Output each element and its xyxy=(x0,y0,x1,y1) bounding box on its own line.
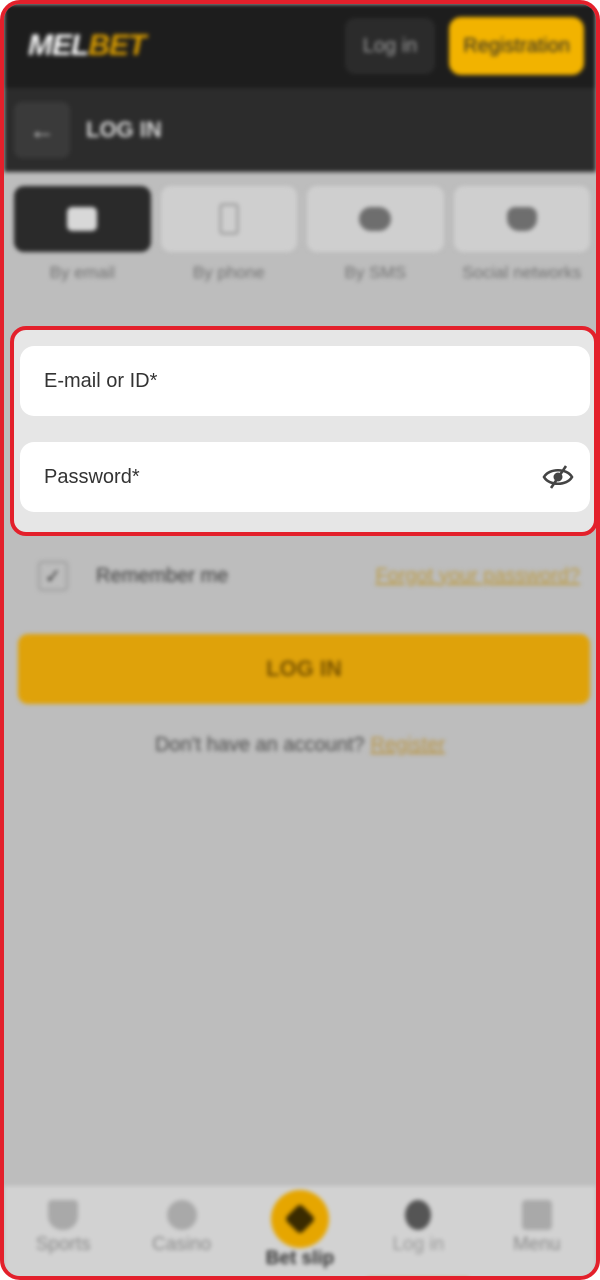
login-method-tabs: By email By phone By SMS Social networks xyxy=(14,186,590,284)
sms-icon xyxy=(359,207,392,231)
nav-item-menu[interactable]: Menu xyxy=(482,1186,592,1276)
tab-label: By email xyxy=(49,263,115,282)
logo-text-mel: MEL xyxy=(28,29,89,62)
nav-label: Log in xyxy=(392,1234,445,1255)
nav-label: Bet slip xyxy=(265,1248,335,1269)
phone-icon xyxy=(218,203,239,235)
social-icon xyxy=(506,207,537,231)
login-form-highlight xyxy=(10,326,596,536)
menu-icon xyxy=(521,1200,552,1230)
tab-tile xyxy=(14,186,151,252)
tab-tile xyxy=(160,186,297,252)
password-field[interactable] xyxy=(20,442,590,512)
tab-by-phone[interactable]: By phone xyxy=(160,186,297,284)
nav-item-log-in[interactable]: Log in xyxy=(363,1186,473,1276)
remember-row: ✓ Remember me Forgot your password? xyxy=(38,556,580,596)
back-arrow-icon: ← xyxy=(29,114,55,145)
header-registration-button[interactable]: Registration xyxy=(449,17,584,75)
checkmark-icon: ✓ xyxy=(44,565,62,588)
melbet-logo[interactable]: MELBET xyxy=(28,29,146,63)
nav-label: Menu xyxy=(512,1234,561,1255)
email-icon xyxy=(67,207,98,231)
register-link[interactable]: Register xyxy=(371,734,445,756)
nav-label: Casino xyxy=(152,1234,212,1255)
nav-item-sports[interactable]: Sports xyxy=(8,1186,118,1276)
bottom-nav: Sports Casino Bet slip Log in Menu xyxy=(4,1186,596,1276)
login-subheader: ← LOG IN xyxy=(4,88,596,172)
bet-slip-icon xyxy=(270,1190,329,1248)
phone-frame: MELBET Log in Registration ← LOG IN By e… xyxy=(0,0,600,1280)
remember-me-checkbox[interactable]: ✓ xyxy=(38,561,68,591)
register-prompt: Don't have an account? Register xyxy=(4,734,596,757)
page-title: LOG IN xyxy=(86,117,162,142)
tab-by-sms[interactable]: By SMS xyxy=(307,186,444,284)
tab-by-email[interactable]: By email xyxy=(14,186,151,284)
blurred-background: MELBET Log in Registration ← LOG IN By e… xyxy=(4,4,596,1276)
login-button[interactable]: LOG IN xyxy=(18,634,590,704)
remember-me-label: Remember me xyxy=(96,564,229,587)
tab-label: By SMS xyxy=(344,263,406,282)
register-question: Don't have an account? xyxy=(154,734,365,756)
email-input[interactable] xyxy=(44,369,504,393)
tab-label: By phone xyxy=(192,263,265,282)
tab-label: Social networks xyxy=(462,263,582,282)
tab-tile xyxy=(307,186,444,252)
forgot-password-link[interactable]: Forgot your password? xyxy=(375,565,580,588)
email-field[interactable] xyxy=(20,346,590,416)
header-login-button[interactable]: Log in xyxy=(344,18,436,74)
tab-tile xyxy=(453,186,590,252)
casino-icon xyxy=(166,1200,197,1230)
password-input[interactable] xyxy=(44,465,504,489)
person-icon xyxy=(405,1200,432,1230)
logo-text-bet: BET xyxy=(88,29,146,62)
trophy-icon xyxy=(48,1200,79,1230)
nav-label: Sports xyxy=(35,1234,91,1255)
nav-item-casino[interactable]: Casino xyxy=(127,1186,237,1276)
eye-slash-icon[interactable] xyxy=(542,464,574,490)
top-actions: Log in Registration xyxy=(344,17,584,75)
top-bar: MELBET Log in Registration xyxy=(4,4,596,88)
nav-item-bet-slip[interactable]: Bet slip xyxy=(245,1186,355,1276)
tab-social-networks[interactable]: Social networks xyxy=(453,186,590,284)
back-button[interactable]: ← xyxy=(14,102,70,158)
